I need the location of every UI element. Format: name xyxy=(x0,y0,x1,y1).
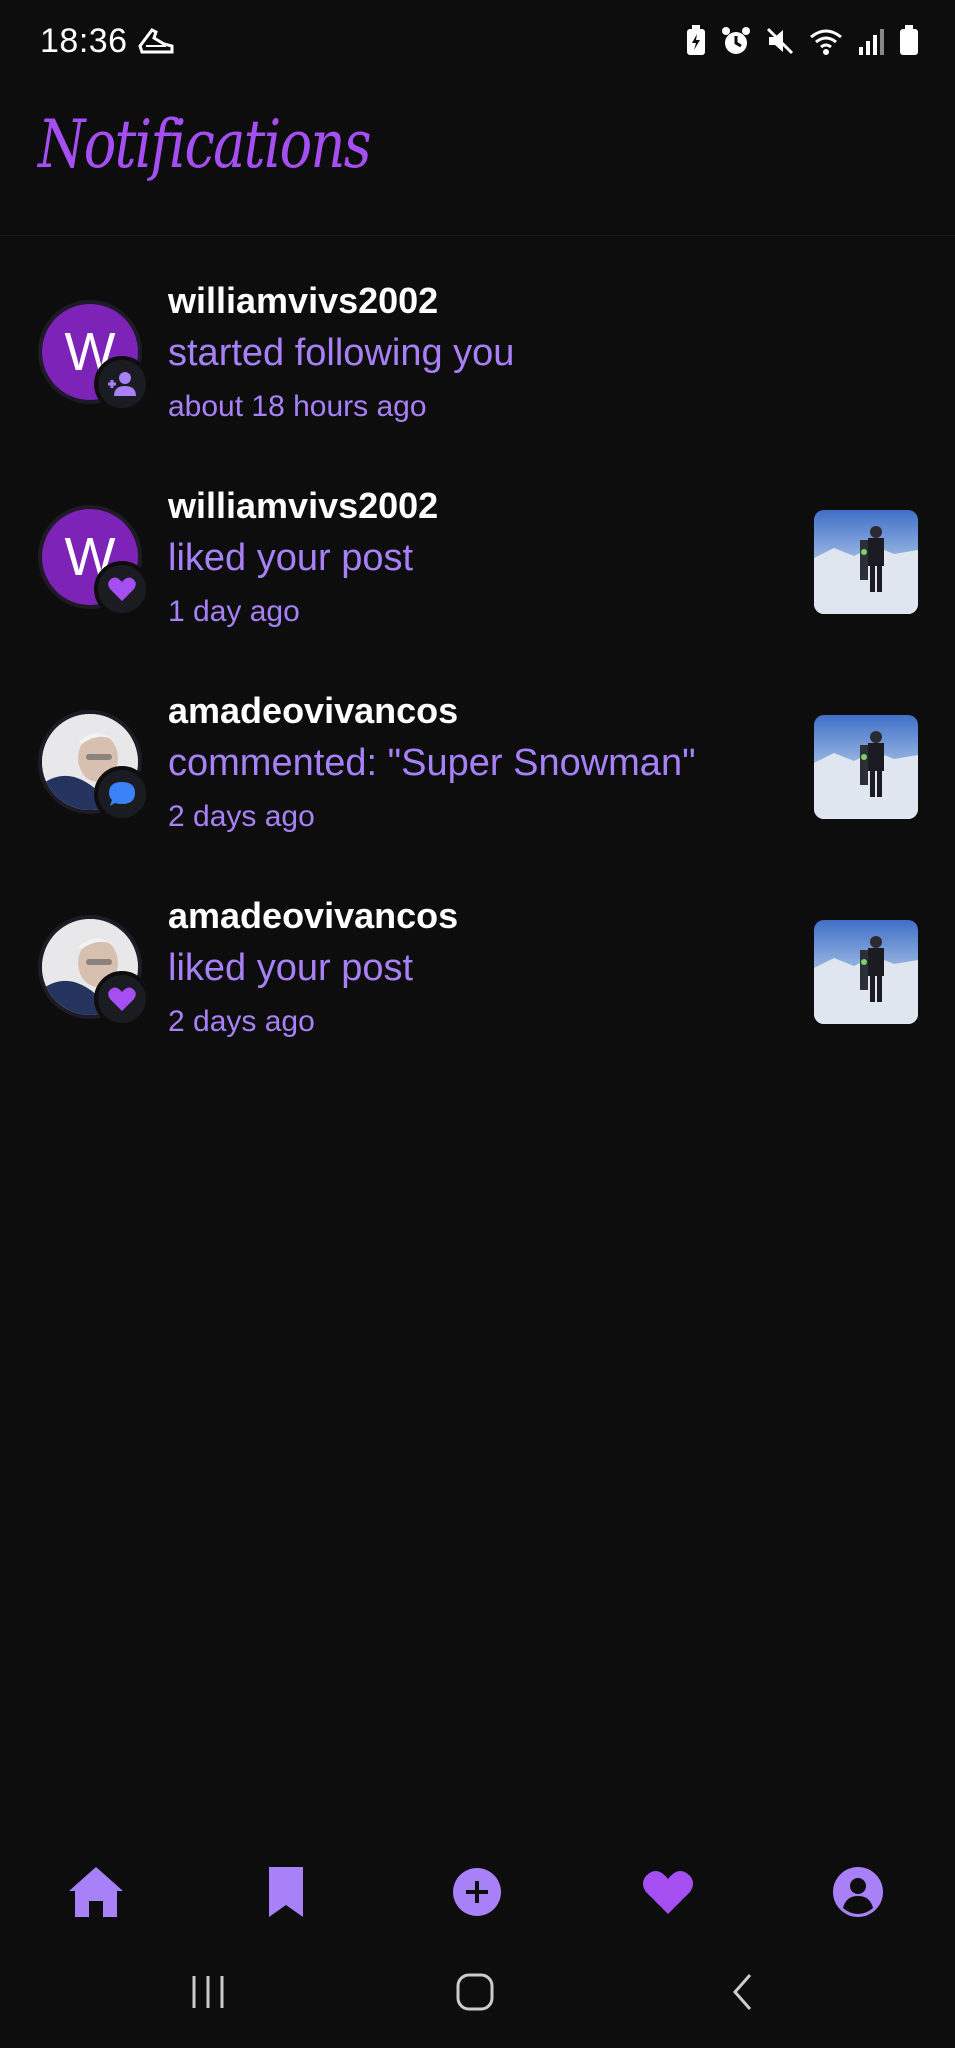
status-time: 18:36 xyxy=(40,22,128,60)
notification-time: 1 day ago xyxy=(168,595,300,628)
notification-time: 2 days ago xyxy=(168,800,315,833)
recents-button[interactable] xyxy=(178,1962,238,2022)
system-nav xyxy=(0,1940,955,2048)
notification-action: liked your post xyxy=(168,947,414,989)
add-icon xyxy=(453,1868,501,1916)
follow-icon xyxy=(108,372,136,396)
username[interactable]: amadeovivancos xyxy=(168,690,458,732)
back-icon xyxy=(732,1974,752,2010)
badge xyxy=(94,766,150,822)
avatar[interactable]: W xyxy=(38,505,150,617)
post-thumbnail[interactable] xyxy=(814,920,918,1024)
notification-item[interactable]: amadeovivancos liked your post 2 days ag… xyxy=(0,885,955,1065)
nav-add[interactable] xyxy=(445,1860,509,1924)
shoe-icon xyxy=(138,28,174,54)
notifications-screen: 18:36 Notifications W williamvivs2002 st… xyxy=(0,0,955,2048)
signal-icon xyxy=(859,29,884,55)
heart-icon xyxy=(108,987,136,1011)
badge xyxy=(94,356,150,412)
home-icon xyxy=(69,1867,123,1917)
nav-notifications[interactable] xyxy=(636,1860,700,1924)
wifi-icon xyxy=(810,29,842,55)
notification-item[interactable]: amadeovivancos commented: "Super Snowman… xyxy=(0,680,955,860)
profile-icon xyxy=(833,1867,883,1917)
post-thumbnail[interactable] xyxy=(814,715,918,819)
avatar[interactable] xyxy=(38,710,150,822)
status-icons xyxy=(685,24,919,58)
home-circle-icon xyxy=(456,1973,494,2011)
heart-icon xyxy=(108,577,136,601)
username[interactable]: williamvivs2002 xyxy=(168,485,438,527)
nav-home[interactable] xyxy=(64,1860,128,1924)
post-thumbnail[interactable] xyxy=(814,510,918,614)
nav-bookmarks[interactable] xyxy=(254,1860,318,1924)
heart-icon xyxy=(642,1870,694,1914)
notification-item[interactable]: W williamvivs2002 started following you … xyxy=(0,270,955,450)
alarm-icon xyxy=(722,27,750,54)
notification-time: about 18 hours ago xyxy=(168,390,427,423)
badge xyxy=(94,971,150,1027)
bookmark-icon xyxy=(269,1867,303,1917)
mute-icon xyxy=(766,27,794,55)
comment-icon xyxy=(109,782,135,806)
home-system-button[interactable] xyxy=(445,1962,505,2022)
header: Notifications xyxy=(0,84,955,236)
status-bar: 18:36 xyxy=(0,0,955,84)
username[interactable]: amadeovivancos xyxy=(168,895,458,937)
username[interactable]: williamvivs2002 xyxy=(168,280,438,322)
bottom-nav xyxy=(0,1840,955,1936)
notification-time: 2 days ago xyxy=(168,1005,315,1038)
badge xyxy=(94,561,150,617)
notification-action: commented: "Super Snowman" xyxy=(168,742,696,784)
avatar[interactable] xyxy=(38,915,150,1027)
nav-profile[interactable] xyxy=(826,1860,890,1924)
notification-action: started following you xyxy=(168,332,515,374)
battery-saver-icon xyxy=(687,25,705,55)
notification-item[interactable]: W williamvivs2002 liked your post 1 day … xyxy=(0,475,955,655)
recents-icon xyxy=(192,1976,224,2008)
page-title: Notifications xyxy=(38,106,372,183)
battery-icon xyxy=(900,25,918,55)
notification-action: liked your post xyxy=(168,537,414,579)
back-button[interactable] xyxy=(713,1962,773,2022)
avatar[interactable]: W xyxy=(38,300,150,412)
